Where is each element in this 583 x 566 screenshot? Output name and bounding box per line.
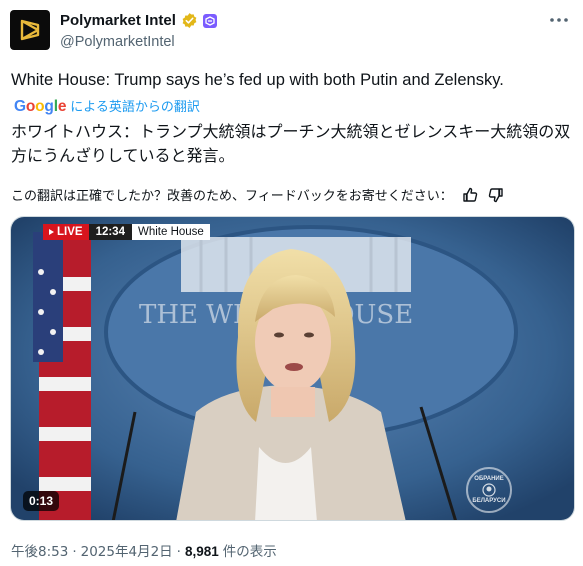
- feedback-prompt: この翻訳は正確でしたか？改善のため、フィードバックをお寄せください：: [11, 189, 453, 204]
- thumbs-up-icon[interactable]: [461, 186, 479, 204]
- thumbs-down-icon[interactable]: [487, 186, 505, 204]
- author-handle[interactable]: @PolymarketIntel: [60, 34, 175, 50]
- affiliate-badge-icon[interactable]: [202, 13, 217, 28]
- author-name-row: Polymarket Intel: [60, 12, 217, 29]
- meta-separator: ·: [72, 544, 77, 560]
- verified-badge-icon[interactable]: [181, 12, 198, 29]
- meta-separator: ·: [176, 544, 181, 560]
- post-date[interactable]: 2025年4月2日: [81, 540, 173, 560]
- translation-label[interactable]: による英語からの翻訳: [70, 96, 200, 115]
- translation-feedback: この翻訳は正確でしたか？改善のため、フィードバックをお寄せください：: [11, 185, 505, 204]
- broadcast-clock: 12:34: [88, 224, 132, 240]
- seal-text-bottom: БЕЛАРУСИ: [472, 498, 506, 504]
- google-logo: Google: [14, 98, 67, 115]
- view-count: 8,981: [184, 544, 219, 559]
- author-display-name[interactable]: Polymarket Intel: [60, 12, 176, 29]
- channel-seal-watermark: ОБРАНИЕ БЕЛАРУСИ: [466, 467, 512, 513]
- more-options-icon[interactable]: [549, 10, 569, 30]
- author-avatar[interactable]: [10, 10, 50, 50]
- post-original-text: White House: Trump says he’s fed up with…: [11, 71, 504, 89]
- live-badge: LIVE: [43, 224, 89, 240]
- polymarket-logo-icon: [20, 19, 40, 41]
- post-translated-text: ホワイトハウス：トランプ大統領はプーチン大統領とゼレンスキー大統領の双方にうんざ…: [11, 122, 571, 165]
- video-duration: 0:13: [23, 491, 60, 511]
- news-ticker: LIVE 12:34 White House: [43, 224, 210, 240]
- post-meta: 午後8:53 · 2025年4月2日 · 8,981 件の表示: [11, 540, 277, 560]
- post-time[interactable]: 午後8:53: [11, 540, 68, 560]
- video-player[interactable]: THE WHITE HOUSE LIVE 12:34 White House О…: [10, 216, 575, 521]
- views-label: 件の表示: [222, 544, 277, 560]
- translation-attribution[interactable]: Google による英語からの翻訳: [14, 96, 200, 116]
- broadcast-location: White House: [131, 224, 210, 240]
